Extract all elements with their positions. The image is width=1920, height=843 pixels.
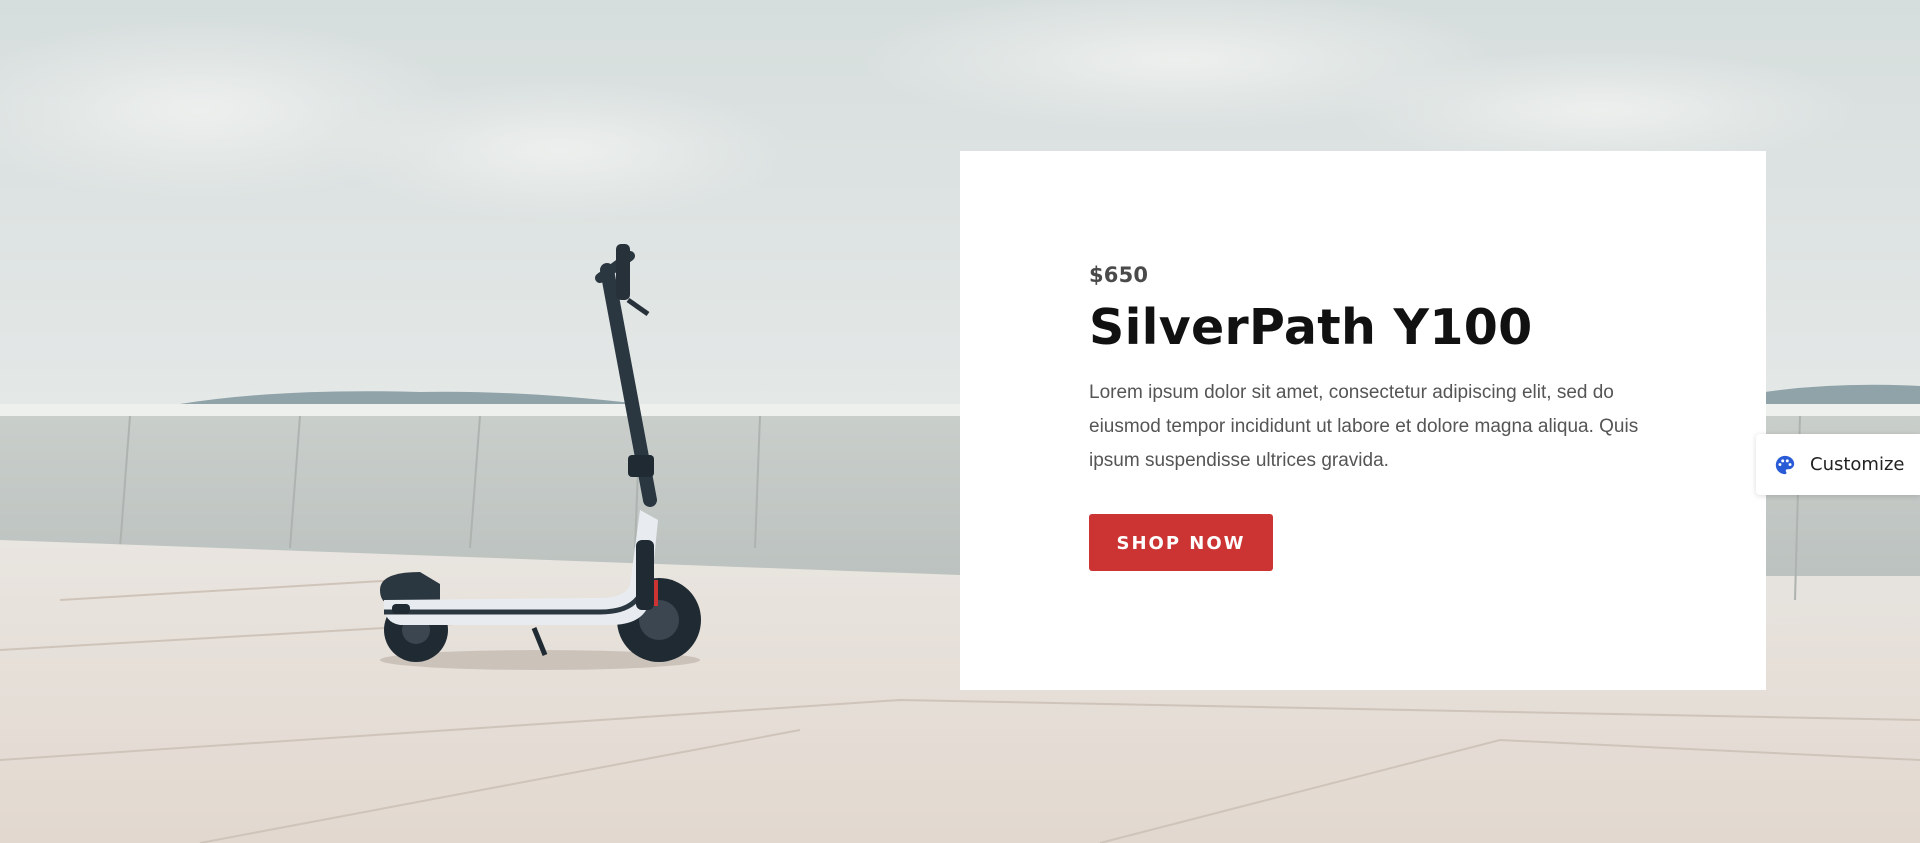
shop-now-button[interactable]: SHOP NOW xyxy=(1089,514,1273,571)
customize-button[interactable]: Customize xyxy=(1756,434,1920,495)
product-title: SilverPath Y100 xyxy=(1089,299,1533,356)
product-card: $650 SilverPath Y100 Lorem ipsum dolor s… xyxy=(960,151,1766,690)
product-price: $650 xyxy=(1089,263,1149,287)
customize-label: Customize xyxy=(1810,454,1905,475)
hero-section: $650 SilverPath Y100 Lorem ipsum dolor s… xyxy=(0,0,1920,843)
product-description: Lorem ipsum dolor sit amet, consectetur … xyxy=(1089,382,1639,471)
palette-icon xyxy=(1775,455,1795,474)
